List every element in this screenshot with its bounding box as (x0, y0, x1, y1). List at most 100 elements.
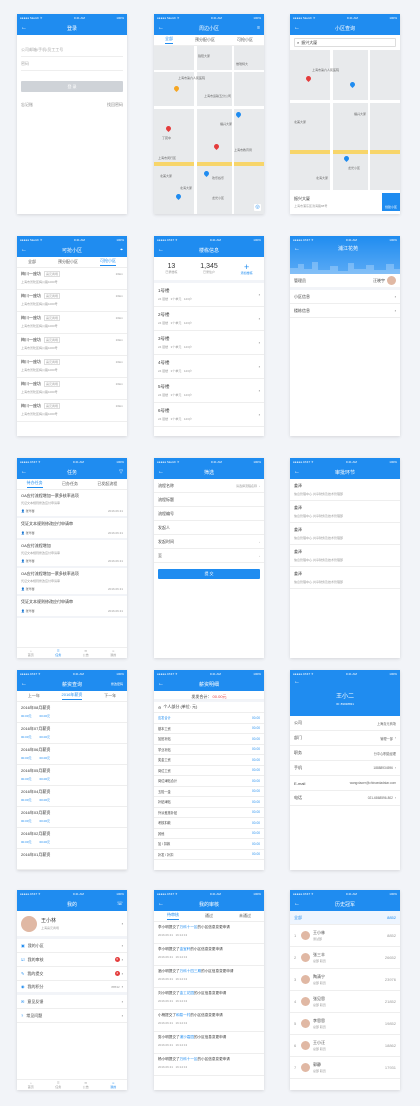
map-pin-icon[interactable] (234, 110, 243, 119)
tab-grab[interactable]: 可抢小区 (237, 37, 253, 43)
task-item[interactable]: OA应付流程增加 凭证文本规则修改应付申请审 👤 张华馨 2016.06.31 (17, 540, 127, 568)
create-estate-button[interactable]: 创建小区 (382, 193, 400, 211)
map-pin-icon[interactable] (342, 154, 351, 163)
search-result[interactable]: 振兴大厦 上海市浦东区滨海路88号 创建小区 (290, 190, 400, 211)
building-row[interactable]: 6号楼 24 层楼 3个单元 123户 › (154, 403, 264, 427)
chat-icon[interactable]: ☏ (117, 901, 123, 907)
map-pin-icon[interactable] (212, 142, 221, 151)
menu-item[interactable]: ▣ 我的小区 › (17, 939, 127, 953)
password-field[interactable]: 密码 (21, 57, 123, 71)
review-item[interactable]: 酒小明提交了万科十四三期的小区信息变更申请 2016.06.31 16:14:13 (154, 966, 264, 988)
search-input[interactable]: ⌕ 振兴大厦 (294, 38, 396, 47)
back-icon[interactable]: ← (294, 901, 300, 907)
account-field[interactable]: 公司邮箱/手机/员工工号 (21, 43, 123, 57)
map-view[interactable]: 上海市第六人民医院 上海市运输五分公司 丁苑中 福兴大厦 上海市闵行区 欢乐谷乐… (154, 46, 264, 214)
tab-done[interactable]: 已办任务 (62, 481, 78, 487)
map-pin-icon[interactable] (164, 124, 173, 133)
locate-icon[interactable]: ◎ (254, 204, 261, 211)
add-building-button[interactable]: + 添加楼栋 (241, 262, 253, 275)
estate-info-row[interactable]: 小区信息 › (290, 290, 400, 304)
filter-field[interactable]: 至 › (154, 549, 264, 563)
building-row[interactable]: 5号楼 24 层楼 3个单元 123户 › (154, 379, 264, 403)
tabbar-notice[interactable]: ✉ 公告 (83, 1081, 89, 1089)
tab-all[interactable]: 全部 (28, 259, 36, 265)
tab-grab[interactable]: 可抢小区 (100, 258, 116, 266)
menu-item[interactable]: ✉ 意见反馈 › (17, 995, 127, 1009)
list-item[interactable]: 梅川一座坊 喜元商场 16km 上海市普陀区梅川路1000号 (17, 356, 127, 378)
review-item[interactable]: 小杨提交了和易一村的小区信息变更申请 2016.06.31 16:14:13 (154, 1010, 264, 1032)
change-password-link[interactable]: 修改密码 (111, 682, 123, 686)
salary-row[interactable]: 2016年07月薪资 00.00元 00.00元 (17, 723, 127, 744)
review-item[interactable]: 李小明提交了金宝轩的小区信息变更申请 2016.06.31 16:14:13 (154, 944, 264, 966)
back-icon[interactable]: ← (294, 679, 300, 685)
profile-card[interactable]: 王小林 上海喜元商场 › (17, 911, 127, 939)
list-item[interactable]: 梅川一座坊 喜元商场 16km 上海市普陀区梅川路1000号 (17, 334, 127, 356)
filter-field[interactable]: 流程名称 请选择流程名称 › (154, 479, 264, 493)
review-item[interactable]: 李小明提交了万科十一区的小区信息变更申请 2016.06.31 16:14:13 (154, 922, 264, 944)
tabbar-tasks[interactable]: ☰ 任务 (55, 1081, 61, 1089)
tab-todo[interactable]: 待办任务 (26, 480, 43, 488)
tab-preassigned[interactable]: 预分配小区 (195, 37, 215, 43)
back-icon[interactable]: ← (294, 469, 300, 475)
building-row[interactable]: 2号楼 24 层楼 3个单元 123户 › (154, 307, 264, 331)
filter-icon[interactable]: ▽ (119, 469, 123, 475)
building-info-row[interactable]: 楼栋信息 › (290, 304, 400, 318)
task-item[interactable]: OA应付流程增加一票多核率选项 凭证文本规则修改应付申请审 👤 张华馨 2016.06… (17, 490, 127, 518)
map-view[interactable]: 上海市第六人民医院 北美大厦 龙光小区 福兴大厦 北海大厦 (290, 50, 400, 190)
tab-approved[interactable]: 通过 (205, 913, 213, 919)
salary-row[interactable]: 2016年04月薪资 00.00元 00.00元 (17, 786, 127, 807)
map-pin-icon[interactable] (174, 192, 183, 201)
task-item[interactable]: 凭证文本规则修改应付申请审 👤 张华馨 2016.06.31 (17, 596, 127, 618)
salary-row[interactable]: 2016年08月薪资 00.00元 00.00元 (17, 702, 127, 723)
back-icon[interactable]: ← (294, 25, 300, 31)
salary-row[interactable]: 2016年05月薪资 00.00元 00.00元 (17, 765, 127, 786)
back-icon[interactable]: ← (158, 25, 164, 31)
review-item[interactable]: 剪小明提交了浦沙嘉园的小区信息变更申请 2016.06.31 16:14:13 (154, 1032, 264, 1054)
list-item[interactable]: 梅川一座坊 喜元商场 16km 上海市普陀区梅川路1000号 (17, 290, 127, 312)
list-item[interactable]: 梅川一座坊 喜元商场 16km 上海市普陀区梅川路1000号 (17, 378, 127, 400)
submit-button[interactable]: 提 交 (158, 569, 260, 579)
task-item[interactable]: OA应付流程增加一票多核率选项 凭证文本规则修改应付申请审 👤 张华馨 2016.06… (17, 568, 127, 596)
next-year-button[interactable]: 下一年 (104, 693, 116, 699)
menu-icon[interactable]: ≡ (257, 25, 260, 31)
tab-rejected[interactable]: 未通过 (239, 913, 251, 919)
tabbar-mine[interactable]: ☺ 我的 (110, 1081, 116, 1089)
list-item[interactable]: 梅川一座坊 喜元商场 16km 上海市普陀区梅川路1000号 (17, 400, 127, 422)
forgot-link[interactable]: 忘记账 (21, 102, 33, 108)
back-icon[interactable]: ← (158, 901, 164, 907)
back-icon[interactable]: ← (21, 469, 27, 475)
prev-year-button[interactable]: 上一年 (28, 693, 40, 699)
back-icon[interactable]: ← (158, 247, 164, 253)
tab-preassigned[interactable]: 预分配小区 (58, 259, 78, 265)
filter-field[interactable]: 发起时间 › (154, 535, 264, 549)
tabbar-notice[interactable]: ✉ 公告 (83, 649, 89, 657)
building-row[interactable]: 1号楼 24 层楼 3个单元 123户 › (154, 283, 264, 307)
location-icon[interactable]: ⌖ (120, 247, 123, 253)
review-item[interactable]: 杨小明提交了万科十一区的小区信息变更申请 2016.06.31 16:14:13 (154, 1054, 264, 1076)
review-item[interactable]: 刘小明提交了金工花园的小区信息变更申请 2016.06.31 16:14:13 (154, 988, 264, 1010)
menu-item[interactable]: ☑ 我的审核 6 › (17, 953, 127, 967)
section-header[interactable]: ⊖ 个人部分 (单位: 元) (154, 702, 264, 713)
salary-row[interactable]: 2016年01月薪资 (17, 849, 127, 870)
building-row[interactable]: 4号楼 24 层楼 3个单元 123户 › (154, 355, 264, 379)
map-pin-icon[interactable] (172, 84, 181, 93)
salary-row[interactable]: 2016年03月薪资 00.00元 00.00元 (17, 807, 127, 828)
salary-row[interactable]: 2016年02月薪资 00.00元 00.00元 (17, 828, 127, 849)
back-icon[interactable]: ← (21, 247, 27, 253)
login-button[interactable]: 登 录 (21, 81, 123, 92)
menu-item[interactable]: ✎ 我的提交 4 › (17, 967, 127, 981)
tabbar-home[interactable]: ⌂ 首页 (28, 1081, 34, 1089)
tab-pending[interactable]: 待审核 (167, 912, 179, 920)
back-icon[interactable]: ← (158, 681, 164, 687)
menu-item[interactable]: ? 常见问题 › (17, 1009, 127, 1023)
map-pin-icon[interactable] (202, 169, 211, 178)
map-pin-icon[interactable] (348, 80, 357, 89)
filter-field[interactable]: 流程编号 (154, 507, 264, 521)
map-pin-icon[interactable] (304, 74, 313, 83)
filter-field[interactable]: 发起人 (154, 521, 264, 535)
menu-item[interactable]: ◉ 我的积分 88532 › (17, 981, 127, 995)
salary-row[interactable]: 2016年06月薪资 00.00元 00.00元 (17, 744, 127, 765)
filter-field[interactable]: 流程标题 (154, 493, 264, 507)
tab-all[interactable]: 全部 (165, 36, 173, 44)
back-icon[interactable]: ← (21, 25, 27, 31)
